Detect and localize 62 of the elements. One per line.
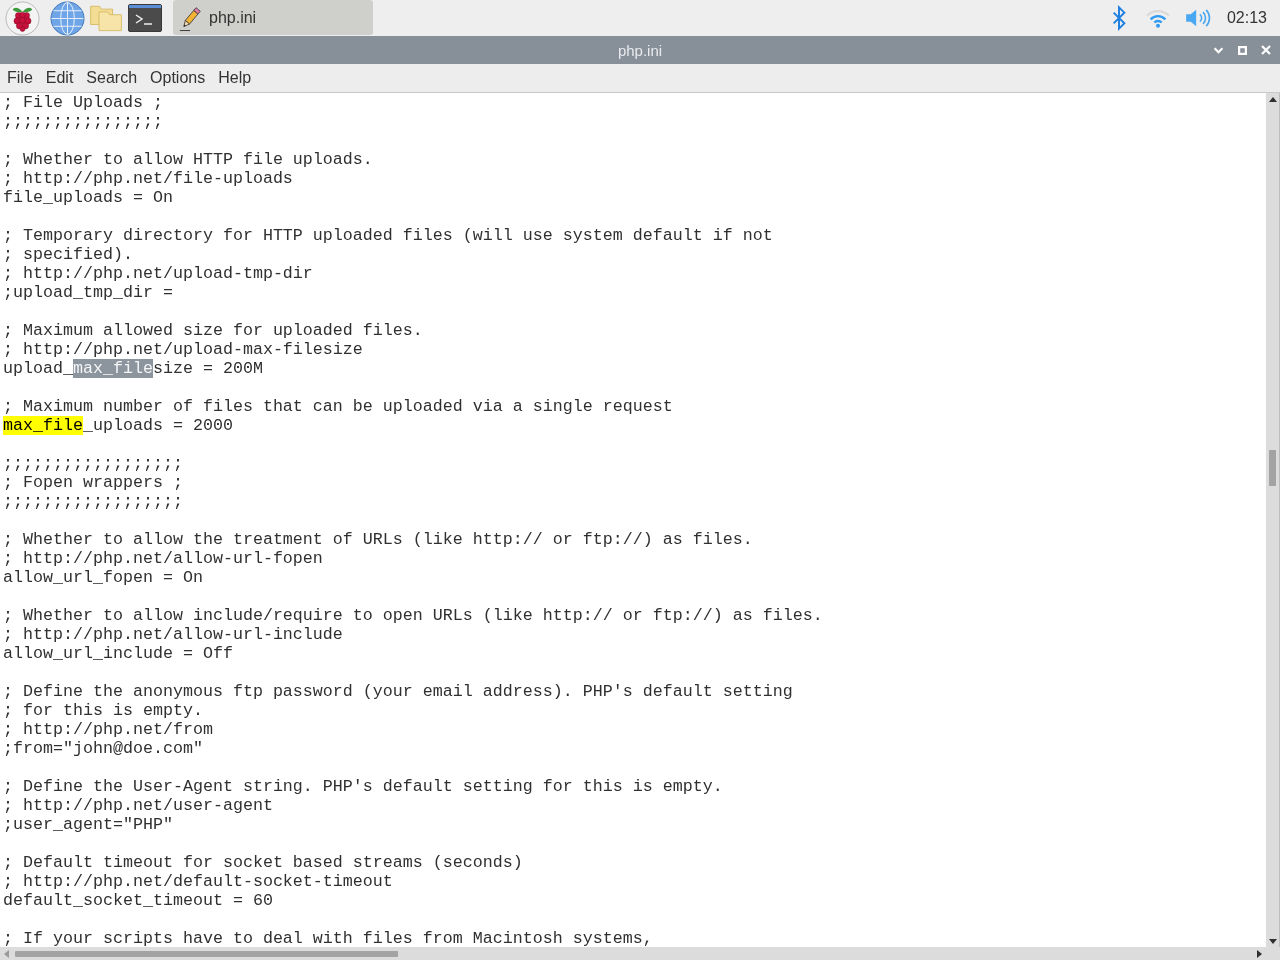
maximize-icon[interactable] [1238,45,1247,55]
code-line: allow_url_fopen = On [3,568,204,587]
menu-item[interactable]: Help [218,69,252,87]
clock: 02:13 [1226,9,1267,27]
code-line: ; http://php.net/upload-tmp-dir [3,264,314,283]
code-line: ; Maximum number of files that can be uploaded via a single request [3,397,674,416]
scrollbar-thumb[interactable] [15,950,398,957]
code-line: ; Whether to allow HTTP file uploads. [3,150,374,169]
close-icon[interactable] [1261,45,1271,55]
bluetooth-icon[interactable] [1110,4,1127,32]
code-line: file_uploads = On [3,188,174,207]
code-line: ;upload_tmp_dir = [3,283,174,302]
code-line: ; Fopen wrappers ; [3,473,184,492]
code-line: default_socket_timeout = 60 [3,891,274,910]
menu-item[interactable]: Options [150,69,206,87]
code-text: size = 200M [152,359,263,378]
code-line: ; Temporary directory for HTTP uploaded files (will use system default if not [3,226,774,245]
code-line: ; http://php.net/upload-max-filesize [3,340,364,359]
raspberry-icon[interactable] [5,0,40,36]
wifi-icon[interactable] [1144,7,1171,29]
text-editor[interactable] [0,93,1266,947]
taskbar-button[interactable]: php.ini [173,0,373,35]
code-text: _uploads = 2000 [82,416,233,435]
code-line: ; http://php.net/allow-url-fopen [3,549,324,568]
code-line: ; Default timeout for socket based streams (seconds) [3,853,524,872]
code-line: ; http://php.net/file-uploads [3,169,294,188]
code-line: ;;;;;;;;;;;;;;;;;; [3,454,184,473]
globe-icon[interactable] [50,0,85,36]
menu-item[interactable]: File [7,69,33,87]
code-line: ; Define the User-Agent string. PHP's default setting for this is empty. [3,777,724,796]
code-line: ;;;;;;;;;;;;;;;;;; [3,492,184,511]
scrollbar-thumb[interactable] [1269,450,1276,486]
code-line: ; http://php.net/default-socket-timeout [3,872,394,891]
code-line: ; http://php.net/from [3,720,214,739]
terminal-icon[interactable] [128,4,162,32]
chevron-down-icon[interactable] [1213,46,1224,54]
arrow-down-icon[interactable] [1268,939,1277,944]
code-text: upload_ [3,359,73,378]
arrow-up-icon[interactable] [1268,97,1277,102]
arrow-left-icon[interactable] [4,949,9,958]
arrow-right-icon[interactable] [1257,949,1262,958]
code-line: ;from="john@doe.com" [3,739,204,758]
window-title: php.ini [617,41,663,59]
code-line: ; Define the anonymous ftp password (your email address). PHP's default setting [3,682,794,701]
code-line: ;user_agent="PHP" [3,815,174,834]
code-line: ; Maximum allowed size for uploaded files. [3,321,424,340]
code-line: ;;;;;;;;;;;;;;;; [3,112,164,131]
code-line: ; http://php.net/user-agent [3,796,274,815]
code-line: allow_url_include = Off [3,644,234,663]
code-line: ; Whether to allow include/require to open URLs (like http:// or ftp://) as files. [3,606,824,625]
menu-item[interactable]: Edit [45,69,74,87]
code-line: ; http://php.net/allow-url-include [3,625,344,644]
vertical-scrollbar[interactable] [1266,93,1280,947]
code-line: ; File Uploads ; [3,93,164,112]
search-match: max_file [3,416,83,435]
code-line: ; Whether to allow the treatment of URLs (like http:// or ftp://) as files. [3,530,754,549]
horizontal-scrollbar[interactable] [0,947,1280,960]
code-line: ; specified). [3,245,134,264]
menu-item[interactable]: Search [86,69,138,87]
speaker-icon[interactable] [1183,8,1212,28]
code-line: ; for this is empty. [3,701,204,720]
code-line: ; If your scripts have to deal with files from Macintosh systems, [3,929,654,947]
